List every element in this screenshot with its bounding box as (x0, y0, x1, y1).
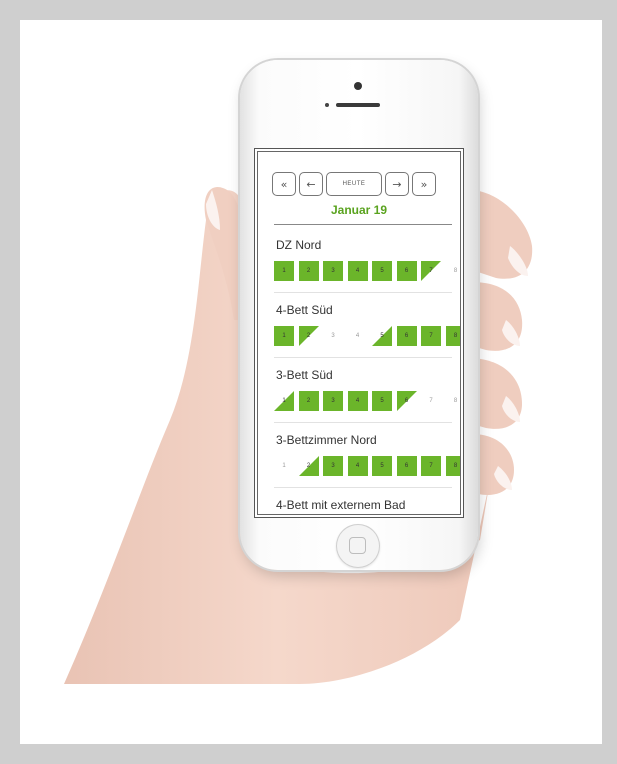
day-cell-booked[interactable]: 3 (323, 456, 343, 476)
day-cell-free[interactable]: 7 (421, 391, 441, 411)
double-arrow-left-icon: « (280, 177, 288, 191)
day-number: 3 (331, 333, 335, 339)
day-cell-checkout[interactable]: 2 (298, 326, 319, 346)
day-number: 3 (331, 463, 335, 469)
day-number: 6 (404, 463, 409, 469)
room-name: 4-Bett Süd (276, 303, 333, 317)
day-number: 1 (282, 398, 286, 404)
day-number: 7 (429, 398, 433, 404)
next-button[interactable]: → (385, 172, 409, 196)
day-cell-booked[interactable]: 7 (421, 326, 441, 346)
day-number: 7 (429, 463, 433, 469)
day-cell-free[interactable]: 8 (446, 261, 461, 281)
day-cell-booked[interactable]: 6 (396, 261, 417, 281)
today-button[interactable]: HEUTE (326, 172, 382, 196)
day-cell-booked[interactable]: 3 (323, 391, 343, 411)
day-cell-booked[interactable]: 8 (445, 326, 460, 346)
last-page-button[interactable]: » (412, 172, 436, 196)
day-number: 8 (453, 268, 458, 274)
phone-screen: « ← HEUTE → » Januar 19 DZ Nord 1 2 3 4 5 6 7 8 4… (254, 148, 464, 518)
day-number: 2 (306, 268, 311, 274)
home-square-icon (349, 537, 366, 554)
day-number: 5 (380, 463, 384, 469)
day-cell-booked[interactable]: 2 (298, 391, 319, 411)
room-row[interactable]: 4-Bett Süd 1 2 3 4 5 6 7 8 (258, 293, 460, 358)
month-label: Januar 19 (330, 203, 388, 217)
day-number: 6 (404, 398, 409, 404)
day-cell-checkout[interactable]: 6 (396, 391, 417, 411)
day-number: 8 (453, 398, 458, 404)
day-cell-free[interactable]: 3 (323, 326, 343, 346)
day-number: 8 (453, 333, 458, 339)
day-cell-booked[interactable]: 7 (421, 456, 441, 476)
day-number: 2 (306, 398, 311, 404)
day-number: 1 (282, 268, 286, 274)
day-number: 8 (453, 463, 458, 469)
day-cell-booked[interactable]: 3 (323, 261, 343, 281)
room-name: 4-Bett mit externem Bad (276, 498, 406, 512)
day-number: 4 (355, 398, 360, 404)
day-cell-booked[interactable]: 4 (347, 456, 368, 476)
room-name: 3-Bettzimmer Nord (276, 433, 377, 447)
day-cell-booked[interactable]: 6 (396, 326, 417, 346)
day-number: 1 (282, 463, 286, 469)
day-cell-booked[interactable]: 5 (372, 261, 392, 281)
day-cell-checkin[interactable]: 5 (372, 326, 392, 346)
header-divider (274, 224, 452, 225)
day-number: 3 (331, 268, 335, 274)
earpiece-speaker (336, 103, 380, 107)
day-cell-free[interactable]: 1 (274, 456, 294, 476)
room-row[interactable]: 4-Bett mit externem Bad (258, 488, 460, 514)
day-number: 4 (355, 268, 360, 274)
day-cell-free[interactable]: 8 (446, 391, 461, 411)
day-cell-checkin[interactable]: 2 (298, 456, 319, 476)
day-number: 7 (429, 268, 433, 274)
day-number: 6 (404, 268, 409, 274)
proximity-sensor (325, 103, 329, 107)
double-arrow-right-icon: » (420, 177, 428, 191)
day-cell-booked[interactable]: 1 (274, 261, 294, 281)
day-cell-booked[interactable]: 8 (445, 456, 460, 476)
day-cell-booked[interactable]: 5 (372, 456, 392, 476)
day-number: 2 (306, 333, 311, 339)
day-cell-free[interactable]: 4 (348, 326, 368, 346)
day-cell-booked[interactable]: 6 (396, 456, 417, 476)
day-cell-booked[interactable]: 1 (274, 326, 294, 346)
day-cell-booked[interactable]: 4 (347, 261, 368, 281)
day-cell-booked[interactable]: 5 (372, 391, 392, 411)
room-row[interactable]: 3-Bettzimmer Nord 1 2 3 4 5 6 7 8 (258, 423, 460, 488)
room-row[interactable]: DZ Nord 1 2 3 4 5 6 7 8 (258, 228, 460, 293)
smartphone: « ← HEUTE → » Januar 19 DZ Nord 1 2 3 4 5 6 7 8 4… (240, 60, 478, 570)
day-cell-booked[interactable]: 2 (298, 261, 319, 281)
day-cell-checkin[interactable]: 1 (274, 391, 294, 411)
day-cell-booked[interactable]: 4 (347, 391, 368, 411)
calendar-navigation: « ← HEUTE → » (272, 172, 436, 196)
screenshot-frame: « ← HEUTE → » Januar 19 DZ Nord 1 2 3 4 5 6 7 8 4… (20, 20, 602, 744)
day-number: 6 (404, 333, 409, 339)
day-cell-checkout[interactable]: 7 (421, 261, 441, 281)
day-number: 4 (355, 463, 360, 469)
first-page-button[interactable]: « (272, 172, 296, 196)
arrow-right-icon: → (392, 177, 402, 191)
day-number: 2 (306, 463, 311, 469)
home-button[interactable] (336, 524, 380, 568)
day-number: 3 (331, 398, 335, 404)
day-number: 7 (429, 333, 433, 339)
room-name: DZ Nord (276, 238, 322, 252)
arrow-left-icon: ← (306, 177, 316, 191)
day-number: 5 (380, 268, 384, 274)
app-view: « ← HEUTE → » Januar 19 DZ Nord 1 2 3 4 5 6 7 8 4… (257, 151, 461, 515)
day-number: 4 (355, 333, 360, 339)
day-number: 5 (380, 398, 384, 404)
front-camera (354, 82, 362, 90)
day-number: 5 (380, 333, 384, 339)
previous-button[interactable]: ← (299, 172, 323, 196)
room-row[interactable]: 3-Bett Süd 1 2 3 4 5 6 7 8 (258, 358, 460, 423)
room-name: 3-Bett Süd (276, 368, 333, 382)
day-number: 1 (282, 333, 286, 339)
